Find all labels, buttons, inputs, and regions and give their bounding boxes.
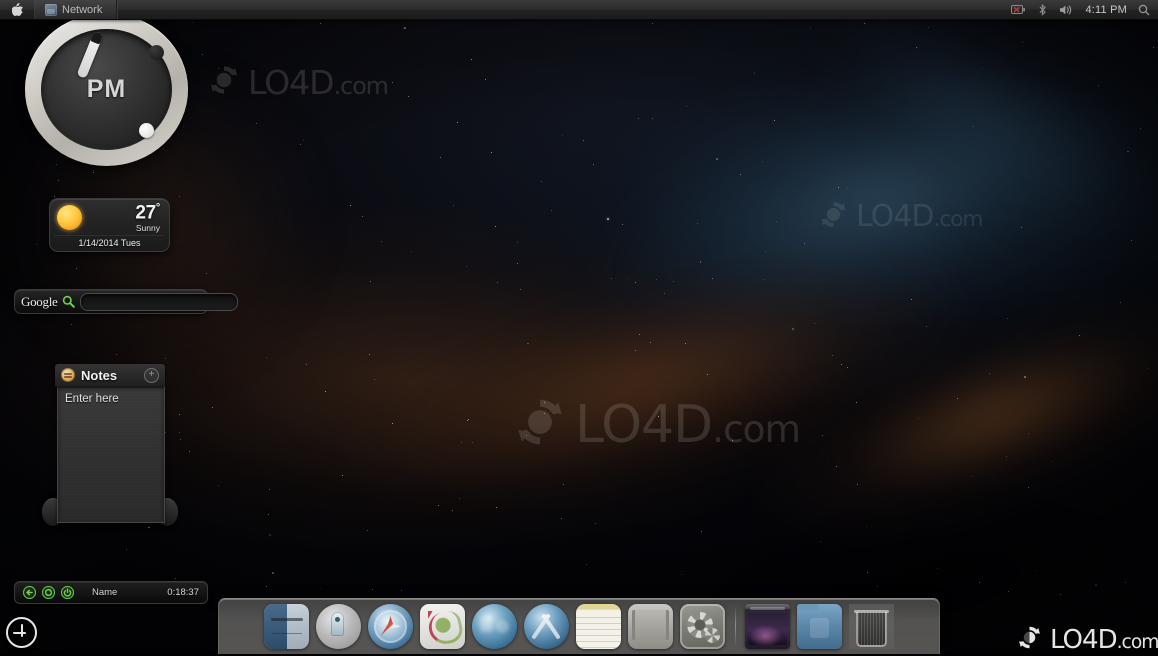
player-elapsed-time: 0:18:37 (167, 587, 199, 598)
wallpaper-nebula-arm-2 (190, 143, 1127, 614)
finder-icon (264, 604, 309, 649)
dock-item-safari[interactable] (367, 601, 415, 649)
player-track-name: Name (92, 587, 118, 598)
dock (218, 598, 940, 654)
search-input[interactable] (80, 292, 239, 311)
spotlight-search-icon[interactable] (1138, 4, 1150, 16)
menu-bar-left: Network (0, 0, 119, 19)
wallpaper-nebula-arm-3 (630, 188, 1158, 644)
power-icon[interactable] (60, 585, 75, 600)
weather-temperature: 27° (135, 201, 160, 223)
itunes-icon (472, 604, 517, 649)
magnifier-icon[interactable] (62, 295, 76, 308)
google-search-widget[interactable]: Google (14, 289, 239, 314)
clock-meridiem-label: PM (86, 74, 127, 103)
analog-clock-widget[interactable]: PM (25, 13, 188, 166)
wallpaper-nebula-arm-4 (704, 0, 1158, 336)
notes-add-button[interactable]: + (144, 367, 159, 383)
weather-widget[interactable]: 27° Sunny 1/14/2014 Tues (49, 198, 170, 252)
media-player-widget[interactable]: Name 0:18:37 (14, 581, 208, 604)
notes-placeholder-text: Enter here (65, 393, 119, 405)
apple-menu-icon[interactable] (0, 0, 34, 19)
weather-top-row: 27° Sunny (54, 202, 165, 233)
dock-item-system-preferences[interactable] (679, 601, 727, 649)
notes-app-icon (576, 604, 621, 649)
dock-item-app-store[interactable] (523, 601, 571, 649)
menu-bar-status-area: 4:11 PM (1011, 0, 1158, 19)
back-arrow-icon[interactable] (22, 585, 37, 600)
dock-item-launchpad[interactable] (315, 601, 363, 649)
weather-condition: Sunny (135, 222, 160, 233)
google-logo: Google (21, 293, 58, 309)
battery-x-icon[interactable] (1011, 4, 1026, 15)
weather-date: 1/14/2014 Tues (54, 235, 165, 248)
trash-icon (849, 604, 894, 649)
folder-icon (797, 604, 842, 649)
app-store-icon (524, 604, 569, 649)
dock-item-finder[interactable] (263, 601, 311, 649)
notes-body[interactable]: Enter here (57, 386, 165, 523)
weather-readout: 27° Sunny (135, 201, 162, 233)
notes-title: Notes (81, 367, 118, 383)
notes-widget[interactable]: Enter here Notes + (40, 364, 180, 532)
dock-item-itunes[interactable] (471, 601, 519, 649)
menu-bar: Network 4:11 PM (0, 0, 1158, 20)
menu-bar-clock[interactable]: 4:11 PM (1085, 4, 1127, 16)
bluetooth-icon[interactable] (1037, 3, 1048, 16)
clock-marker-light (139, 123, 154, 138)
dock-item-mission-control[interactable] (419, 601, 467, 649)
weather-temperature-value: 27 (135, 201, 156, 223)
dock-item-trash[interactable] (848, 601, 896, 649)
dock-item-display[interactable] (744, 601, 792, 649)
weather-degree-symbol: ° (155, 201, 160, 214)
menu-bar-tab-network[interactable]: Network (35, 0, 118, 19)
menu-bar-tab-label: Network (62, 3, 103, 16)
menu-bar-divider-2 (117, 0, 119, 19)
dock-item-downloads[interactable] (627, 601, 675, 649)
dock-item-documents-folder[interactable] (796, 601, 844, 649)
launchpad-icon (316, 604, 361, 649)
notes-title-bar: Notes + (55, 364, 165, 386)
network-globe-icon (45, 3, 57, 16)
dock-item-notes[interactable] (575, 601, 623, 649)
safari-icon (368, 604, 413, 649)
loop-icon[interactable] (41, 585, 56, 600)
clock-marker-dark (149, 45, 164, 60)
display-icon (745, 604, 790, 649)
add-widget-button[interactable] (6, 617, 37, 648)
wallpaper-nebula-arm-1 (436, 0, 1158, 472)
dock-separator (734, 605, 736, 647)
menu-bar-divider (34, 0, 35, 19)
downloads-icon (628, 604, 673, 649)
notes-pad-icon (61, 368, 75, 382)
mission-control-icon (420, 604, 465, 649)
sun-icon (54, 202, 85, 233)
volume-icon[interactable] (1059, 4, 1074, 16)
system-preferences-icon (680, 604, 725, 649)
